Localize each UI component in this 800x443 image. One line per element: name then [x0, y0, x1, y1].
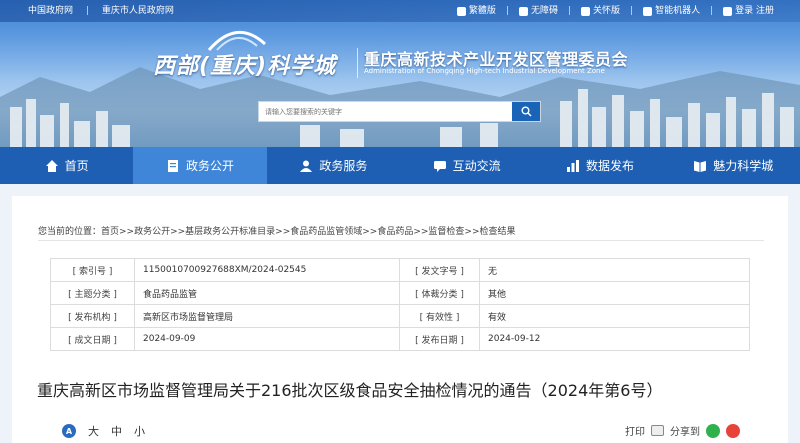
top-utility-bar: 中国政府网 | 重庆市人民政府网 繁體版 | 无障碍 | 关怀版 | 智能机器人… — [0, 0, 800, 22]
table-row: [ 索引号 ] 1150010700927688XM/2024-02545 [ … — [50, 258, 750, 282]
article-title: 重庆高新区市场监督管理局关于216批次区级食品安全抽检情况的通告（2024年第6… — [37, 381, 663, 400]
care-mode-link[interactable]: 关怀版 — [581, 0, 620, 22]
weibo-icon[interactable] — [726, 423, 740, 438]
font-medium-button[interactable]: 中 — [111, 423, 122, 439]
nav-home[interactable]: 首页 — [0, 147, 133, 184]
genre-value: 其他 — [479, 281, 750, 305]
font-small-button[interactable]: 小 — [134, 423, 145, 439]
topic-label: [ 主题分类 ] — [50, 281, 135, 305]
divider: | — [630, 6, 634, 16]
print-button[interactable]: 打印 — [625, 423, 645, 438]
search-input[interactable] — [259, 102, 512, 121]
nav-data-release[interactable]: 数据发布 — [533, 147, 666, 184]
header-banner: 中国政府网 | 重庆市人民政府网 繁體版 | 无障碍 | 关怀版 | 智能机器人… — [0, 0, 800, 147]
table-row: [ 成文日期 ] 2024-09-09 [ 发布日期 ] 2024-09-12 — [50, 327, 750, 351]
traditional-chinese-link[interactable]: 繁體版 — [456, 0, 496, 22]
article-card: 您当前的位置：首页>>政务公开>>基层政务公开标准目录>>食品药品监管领域>>食… — [12, 196, 788, 443]
document-icon — [167, 159, 178, 172]
index-no-label: [ 索引号 ] — [50, 258, 135, 282]
nav-data-release-label: 数据发布 — [585, 159, 634, 173]
book-icon — [694, 160, 707, 172]
main-nav: 首页 政务公开 政务服务 互动交流 数据发布 魅力科学城 — [0, 147, 800, 184]
robot-link[interactable]: 智能机器人 — [643, 0, 700, 22]
cq-gov-link[interactable]: 重庆市人民政府网 — [102, 6, 174, 16]
chart-icon — [566, 159, 579, 172]
breadcrumb[interactable]: 您当前的位置：首页>>政务公开>>基层政务公开标准目录>>食品药品监管领域>>食… — [38, 224, 516, 237]
traditional-label: 繁體版 — [468, 6, 496, 16]
topic-value: 食品药品监管 — [134, 281, 400, 305]
login-label: 登录 注册 — [735, 6, 774, 16]
care-icon — [581, 6, 590, 16]
divider: | — [85, 6, 89, 16]
publisher-label: [ 发布机构 ] — [50, 304, 135, 328]
font-size-icon: A — [62, 424, 76, 438]
nav-home-label: 首页 — [64, 159, 89, 173]
search-icon — [521, 106, 532, 117]
nav-interaction-label: 互动交流 — [452, 159, 501, 173]
home-icon — [45, 159, 58, 172]
accessibility-icon — [518, 6, 528, 16]
printer-icon[interactable] — [651, 425, 664, 436]
share-tools: 打印 分享到 — [625, 423, 740, 438]
accessibility-label: 无障碍 — [530, 6, 558, 16]
table-row: [ 发布机构 ] 高新区市场监督管理局 [ 有效性 ] 有效 — [50, 304, 750, 328]
written-date-label: [ 成文日期 ] — [50, 327, 135, 351]
validity-value: 有效 — [479, 304, 750, 328]
font-large-button[interactable]: 大 — [88, 423, 99, 439]
search-box — [258, 101, 541, 122]
font-size-tools: A 大 中 小 — [62, 423, 145, 439]
divider — [38, 240, 764, 241]
nav-gov-services-label: 政务服务 — [319, 159, 368, 173]
doc-no-value: 无 — [479, 258, 750, 282]
robot-label: 智能机器人 — [655, 6, 701, 16]
genre-label: [ 体裁分类 ] — [399, 281, 480, 305]
nav-science-city[interactable]: 魅力科学城 — [667, 147, 800, 184]
org-name-en: Administration of Chongqing High-tech In… — [364, 67, 605, 75]
publish-date-label: [ 发布日期 ] — [399, 327, 480, 351]
divider: | — [710, 6, 714, 16]
care-label: 关怀版 — [593, 6, 621, 16]
login-link[interactable]: 登录 注册 — [723, 0, 774, 22]
nav-gov-affairs-label: 政务公开 — [185, 159, 234, 173]
brand-logo[interactable]: 西部(重庆)科学城 — [153, 48, 336, 80]
accessibility-link[interactable]: 无障碍 — [518, 0, 558, 22]
nav-science-city-label: 魅力科学城 — [713, 159, 774, 173]
article-meta-table: [ 索引号 ] 1150010700927688XM/2024-02545 [ … — [50, 258, 750, 351]
nav-interaction[interactable]: 互动交流 — [400, 147, 533, 184]
doc-no-label: [ 发文字号 ] — [399, 258, 480, 282]
written-date-value: 2024-09-09 — [134, 327, 400, 351]
publish-date-value: 2024-09-12 — [479, 327, 750, 351]
search-button[interactable] — [512, 102, 540, 121]
share-to-label: 分享到 — [670, 427, 700, 438]
traditional-icon — [456, 6, 466, 16]
nav-gov-affairs[interactable]: 政务公开 — [133, 147, 267, 184]
gov-portal-link[interactable]: 中国政府网 — [28, 6, 73, 16]
divider: | — [505, 6, 509, 16]
nav-gov-services[interactable]: 政务服务 — [267, 147, 400, 184]
chat-icon — [433, 160, 446, 172]
divider: | — [567, 6, 571, 16]
validity-label: [ 有效性 ] — [399, 304, 480, 328]
robot-icon — [643, 6, 653, 16]
wechat-icon[interactable] — [706, 423, 720, 438]
user-icon — [723, 6, 733, 16]
table-row: [ 主题分类 ] 食品药品监管 [ 体裁分类 ] 其他 — [50, 281, 750, 305]
index-no-value: 1150010700927688XM/2024-02545 — [134, 258, 400, 282]
logo-divider — [357, 48, 358, 78]
user-icon — [300, 160, 313, 172]
publisher-value: 高新区市场监督管理局 — [134, 304, 400, 328]
